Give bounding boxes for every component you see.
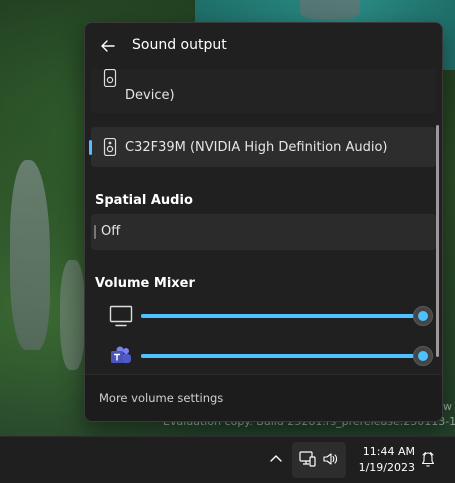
- device-label: C32F39M (NVIDIA High Definition Audio): [125, 140, 388, 155]
- volume-slider[interactable]: [141, 346, 433, 366]
- device-label-line2: Device): [125, 88, 175, 103]
- panel-footer: More volume settings: [85, 374, 442, 421]
- spatial-audio-heading: Spatial Audio: [95, 193, 193, 208]
- volume-mixer-row: [85, 301, 442, 331]
- watermark-fragment: w: [443, 400, 452, 413]
- teams-icon[interactable]: [109, 345, 133, 367]
- notification-icon[interactable]: [420, 451, 436, 468]
- clock-date[interactable]: 1/19/2023: [350, 461, 415, 474]
- more-volume-settings-link[interactable]: More volume settings: [99, 391, 223, 405]
- scrollbar[interactable]: [436, 125, 439, 357]
- speaker-icon: [103, 69, 117, 87]
- clock-time[interactable]: 11:44 AM: [355, 445, 415, 458]
- volume-slider[interactable]: [141, 306, 433, 326]
- slider-fill: [141, 354, 423, 358]
- panel-content: Device) C32F39M (NVIDIA High Definition …: [85, 69, 442, 374]
- sound-output-panel: Sound output Device) C32F39M (NVIDIA Hig…: [84, 22, 443, 422]
- volume-mixer-heading: Volume Mixer: [95, 276, 195, 291]
- speaker-icon: [103, 138, 117, 156]
- taskbar: 11:44 AM 1/19/2023: [0, 436, 455, 483]
- back-arrow-icon[interactable]: [99, 37, 117, 55]
- device-item-selected[interactable]: C32F39M (NVIDIA High Definition Audio): [89, 127, 436, 167]
- device-item[interactable]: Device): [91, 69, 436, 113]
- volume-mixer-row: [85, 341, 442, 371]
- quick-settings-button[interactable]: [292, 442, 346, 478]
- network-icon: [299, 451, 316, 467]
- panel-title: Sound output: [132, 37, 227, 53]
- panel-header: Sound output: [85, 23, 442, 69]
- wallpaper-cliff: [60, 260, 85, 370]
- slider-fill: [141, 314, 423, 318]
- monitor-icon[interactable]: [109, 305, 133, 327]
- dropdown-indicator: [94, 225, 96, 239]
- wallpaper-cliff: [10, 160, 50, 350]
- spatial-audio-dropdown[interactable]: Off: [91, 214, 436, 250]
- slider-thumb[interactable]: [413, 306, 433, 326]
- spatial-audio-value: Off: [101, 224, 121, 239]
- chevron-up-icon[interactable]: [268, 451, 284, 467]
- volume-icon: [323, 453, 338, 465]
- wallpaper-rock: [300, 0, 360, 20]
- selection-indicator: [89, 140, 92, 155]
- slider-thumb[interactable]: [413, 346, 433, 366]
